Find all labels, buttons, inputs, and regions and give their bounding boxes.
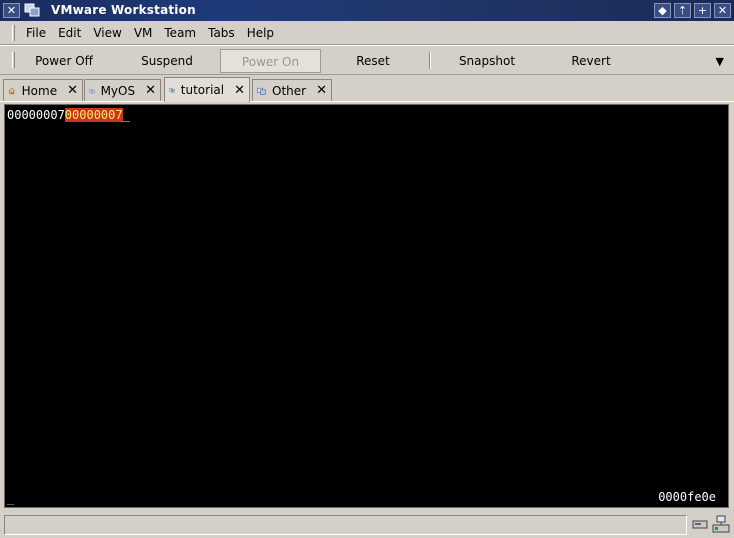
menu-file[interactable]: File — [20, 26, 52, 40]
reset-button[interactable]: Reset — [333, 49, 413, 73]
tab-home[interactable]: Home ✕ — [3, 79, 83, 101]
tab-home-label: Home — [21, 83, 58, 98]
close-icon[interactable]: ✕ — [234, 83, 245, 98]
tab-other-label: Other — [272, 83, 307, 98]
window-title: VMware Workstation — [51, 3, 196, 17]
toolbar-grip[interactable] — [12, 52, 15, 68]
menu-edit[interactable]: Edit — [52, 26, 87, 40]
arrow-up-icon: ⇡ — [677, 4, 688, 17]
close-icon: ✕ — [6, 4, 17, 17]
tab-tutorial[interactable]: tutorial ✕ — [164, 77, 250, 102]
status-message-field — [4, 515, 687, 535]
window-shade-button[interactable]: ◆ — [654, 3, 671, 18]
tab-bar: Home ✕ MyOS ✕ tutorial ✕ Other ✕ — [0, 76, 734, 102]
power-off-button[interactable]: Power Off — [24, 49, 104, 73]
close-icon[interactable]: ✕ — [67, 83, 78, 98]
console-status-value: 0000fe0e — [658, 490, 716, 504]
snapshot-button[interactable]: Snapshot — [447, 49, 527, 73]
vm-icon — [257, 87, 266, 95]
vmware-app-icon — [24, 3, 40, 17]
menu-help[interactable]: Help — [241, 26, 280, 40]
suspend-button[interactable]: Suspend — [127, 49, 207, 73]
toolbar-separator — [429, 52, 431, 69]
vm-console[interactable]: 0000000700000007_ _ 0000fe0e — [4, 104, 729, 508]
vm-running-icon — [169, 88, 175, 93]
status-bar — [0, 512, 734, 538]
tab-myos[interactable]: MyOS ✕ — [84, 79, 161, 101]
toolbar: Power Off Suspend Power On Reset Snapsho… — [0, 45, 734, 75]
window-close-button[interactable]: ✕ — [3, 3, 20, 18]
hard-disk-icon[interactable] — [692, 515, 708, 533]
revert-button[interactable]: Revert — [551, 49, 631, 73]
console-highlight: 00000007 — [64, 108, 123, 122]
toolbar-overflow-dropdown[interactable]: ▼ — [716, 55, 724, 68]
close-icon[interactable]: ✕ — [145, 83, 156, 98]
close-icon[interactable]: ✕ — [316, 83, 327, 98]
title-bar: ✕ VMware Workstation ◆ ⇡ + ✕ — [0, 0, 734, 21]
console-cursor: _ — [122, 108, 130, 122]
home-icon — [8, 87, 16, 94]
window-maximize-button[interactable]: + — [694, 3, 711, 18]
console-bottom-cursor: _ — [7, 491, 15, 505]
menu-tabs[interactable]: Tabs — [202, 26, 241, 40]
power-on-button[interactable]: Power On — [220, 49, 321, 73]
tab-myos-label: MyOS — [100, 83, 136, 98]
menu-bar: File Edit View VM Team Tabs Help — [0, 21, 734, 45]
console-text: 00000007 — [7, 108, 65, 122]
console-line: 0000000700000007_ — [7, 108, 130, 122]
close-icon: ✕ — [717, 4, 728, 17]
window-raise-button[interactable]: ⇡ — [674, 3, 691, 18]
menu-view[interactable]: View — [87, 26, 127, 40]
vm-icon — [89, 88, 95, 93]
tab-tutorial-label: tutorial — [180, 83, 225, 97]
window-close-button-right[interactable]: ✕ — [714, 3, 731, 18]
plus-icon: + — [697, 4, 708, 17]
network-icon[interactable] — [712, 515, 730, 533]
menu-team[interactable]: Team — [158, 26, 202, 40]
tab-other[interactable]: Other ✕ — [252, 79, 332, 101]
menubar-grip[interactable] — [12, 24, 15, 41]
diamond-icon: ◆ — [658, 4, 667, 17]
menu-vm[interactable]: VM — [128, 26, 159, 40]
